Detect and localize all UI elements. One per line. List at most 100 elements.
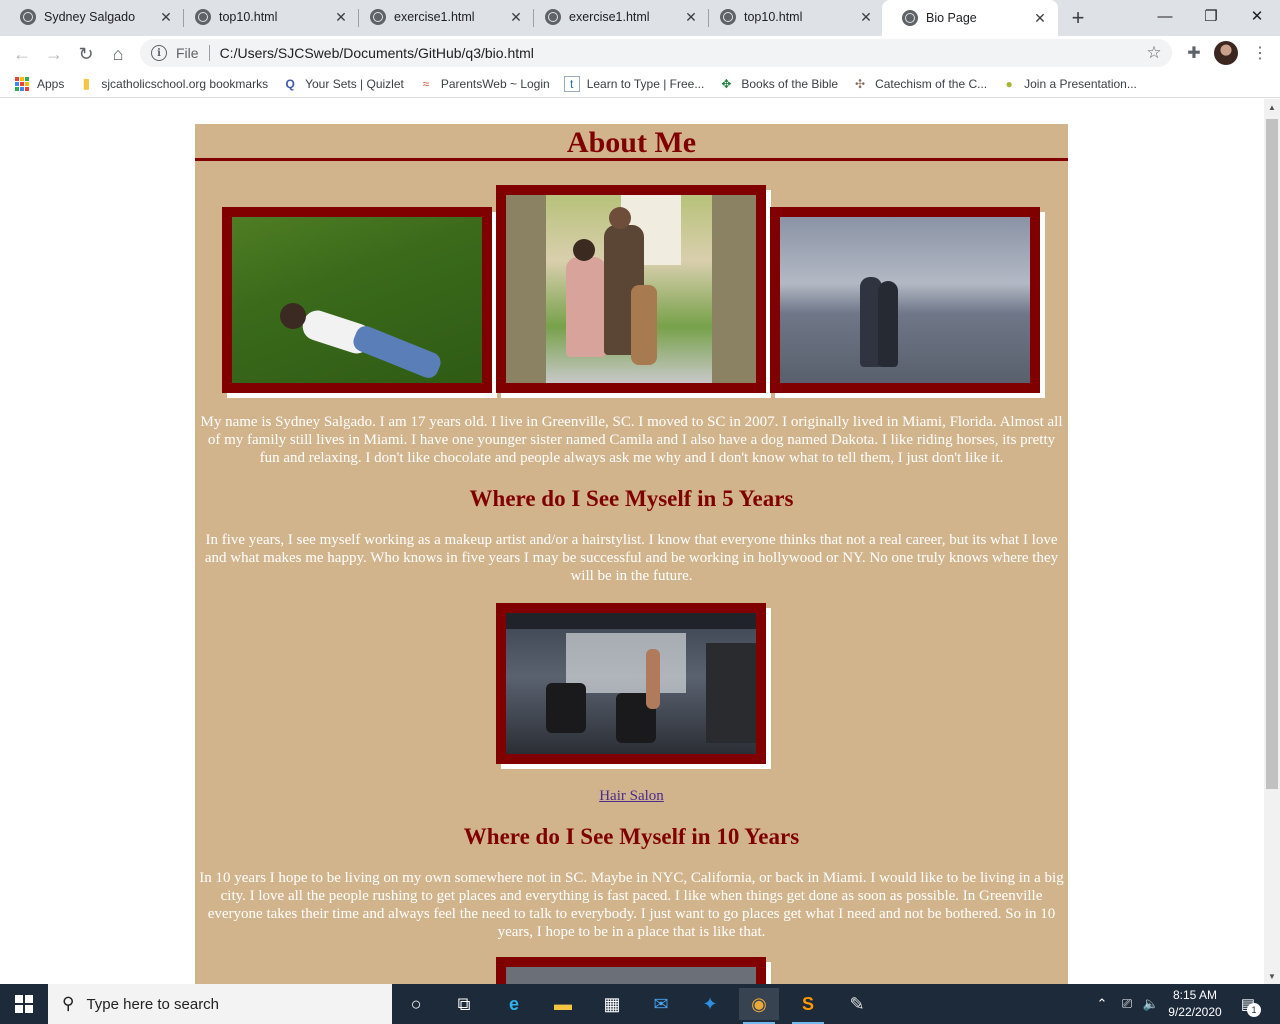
globe-icon [720, 9, 736, 25]
network-icon[interactable]: ⎚ [1116, 984, 1138, 1024]
minimize-button[interactable]: — [1142, 0, 1188, 32]
globe-icon [902, 10, 918, 26]
globe-icon [195, 9, 211, 25]
volume-icon[interactable]: 🔈 [1140, 984, 1162, 1024]
paint-icon[interactable]: ✎ [837, 988, 877, 1020]
profile-avatar[interactable] [1214, 41, 1238, 65]
close-window-button[interactable]: ✕ [1234, 0, 1280, 32]
chrome-icon[interactable]: ◉ [739, 988, 779, 1024]
store-icon[interactable]: ▦ [592, 988, 632, 1020]
salon-image-block [195, 603, 1068, 775]
hair-salon-link[interactable]: Hair Salon [599, 788, 664, 804]
catechism-icon: ✣ [855, 76, 866, 91]
safari-icon[interactable]: ✦ [690, 988, 730, 1020]
tab-exercise1-second[interactable]: exercise1.html ✕ [525, 0, 709, 34]
section-5-years-heading: Where do I See Myself in 5 Years [469, 486, 794, 511]
task-view-icon[interactable]: ⧉ [444, 988, 484, 1020]
taskbar-clock[interactable]: 8:15 AM 9/22/2020 [1162, 987, 1228, 1021]
page-scrollbar[interactable]: ▲ ▼ [1264, 99, 1280, 984]
photo-gallery [195, 161, 1068, 413]
photo-next-partial [496, 957, 766, 984]
tab-top10[interactable]: top10.html ✕ [175, 0, 359, 34]
browser-toolbar: ← → ↻ ⌂ i File C:/Users/SJCSweb/Document… [0, 36, 1280, 70]
tab-title: top10.html [744, 10, 803, 24]
restore-button[interactable]: ❐ [1188, 0, 1234, 32]
globe-icon [370, 9, 386, 25]
back-button[interactable]: ← [8, 40, 36, 68]
mail-icon[interactable]: ✉ [641, 988, 681, 1020]
pear-icon: ● [1005, 76, 1013, 91]
parentsweb-icon: ≈ [422, 76, 430, 91]
reload-button[interactable]: ↻ [72, 40, 100, 68]
sublime-icon[interactable]: S [788, 988, 828, 1024]
search-icon: ⚲ [62, 994, 75, 1013]
scroll-up-arrow[interactable]: ▲ [1264, 99, 1280, 115]
photo-beach [770, 207, 1040, 393]
scroll-down-arrow[interactable]: ▼ [1264, 968, 1280, 984]
intro-paragraph: My name is Sydney Salgado. I am 17 years… [200, 414, 1063, 466]
notifications-count-badge: 1 [1247, 1003, 1261, 1017]
page-viewport: About Me My name is Sydney Salgado. I am… [0, 99, 1264, 984]
bio-page-container: About Me My name is Sydney Salgado. I am… [195, 124, 1068, 984]
file-explorer-icon[interactable]: ▬ [543, 988, 583, 1020]
bookmark-label: Apps [37, 76, 65, 91]
bookmark-books-of-the-bible[interactable]: ✥ Books of the Bible [718, 76, 838, 92]
bookmark-quizlet[interactable]: Q Your Sets | Quizlet [282, 76, 403, 92]
bookmark-label: Catechism of the C... [875, 76, 988, 91]
close-tab-icon[interactable]: ✕ [156, 7, 176, 27]
close-tab-icon[interactable]: ✕ [1030, 8, 1050, 28]
bookmarks-bar: Apps ▮ sjcatholicschool.org bookmarks Q … [0, 70, 1280, 98]
globe-icon: ✥ [721, 76, 732, 91]
tab-title: exercise1.html [394, 10, 475, 24]
tab-sydney-salgado[interactable]: Sydney Salgado ✕ [0, 0, 184, 34]
bookmark-join-presentation[interactable]: ● Join a Presentation... [1001, 76, 1137, 92]
photo-hair-salon [496, 603, 766, 764]
tab-strip: Sydney Salgado ✕ top10.html ✕ exercise1.… [0, 0, 1280, 36]
close-tab-icon[interactable]: ✕ [331, 7, 351, 27]
tab-exercise1[interactable]: exercise1.html ✕ [350, 0, 534, 34]
globe-icon [20, 9, 36, 25]
bookmark-sjcatholicschool-folder[interactable]: ▮ sjcatholicschool.org bookmarks [78, 75, 269, 92]
bookmark-learn-to-type[interactable]: t Learn to Type | Free... [563, 75, 705, 92]
bookmark-parentsweb[interactable]: ≈ ParentsWeb ~ Login [418, 76, 550, 92]
start-button[interactable] [0, 984, 48, 1024]
bookmark-label: Learn to Type | Free... [586, 76, 705, 91]
photo-lying-in-grass [222, 207, 492, 393]
tab-title: top10.html [219, 10, 278, 24]
home-button[interactable]: ⌂ [104, 40, 132, 68]
close-tab-icon[interactable]: ✕ [681, 7, 701, 27]
bookmark-label: sjcatholicschool.org bookmarks [101, 76, 269, 91]
section-10-years-heading: Where do I See Myself in 10 Years [463, 824, 800, 849]
bookmark-apps[interactable]: Apps [14, 76, 64, 92]
apps-grid-icon [14, 76, 30, 92]
bookmark-label: Books of the Bible [741, 76, 839, 91]
section-5-years-text: In five years, I see myself working as a… [204, 532, 1059, 584]
windows-taskbar: ⚲ Type here to search ○ ⧉ e ▬ ▦ ✉ ✦ ◉ S … [0, 984, 1280, 1024]
extensions-puzzle-icon[interactable]: ✚ [1183, 42, 1205, 64]
tab-top10-second[interactable]: top10.html ✕ [700, 0, 884, 34]
tab-bio-page[interactable]: Bio Page ✕ [882, 0, 1058, 36]
forward-button[interactable]: → [40, 40, 68, 68]
scroll-thumb[interactable] [1266, 119, 1278, 789]
bookmark-star-icon[interactable]: ☆ [1140, 43, 1168, 63]
tab-title: Bio Page [926, 11, 977, 25]
close-tab-icon[interactable]: ✕ [856, 7, 876, 27]
taskbar-search-box[interactable]: ⚲ Type here to search [48, 984, 392, 1024]
salon-caption-row: Hair Salon [195, 787, 1068, 805]
browser-menu-icon[interactable]: ⋮ [1250, 42, 1270, 64]
cortana-icon[interactable]: ○ [396, 988, 436, 1020]
url-text[interactable]: C:/Users/SJCSweb/Documents/GitHub/q3/bio… [220, 45, 1140, 61]
omnibox-divider [208, 45, 210, 61]
close-tab-icon[interactable]: ✕ [506, 7, 526, 27]
folder-icon: ▮ [82, 75, 91, 91]
site-info-icon[interactable]: i [151, 45, 167, 61]
search-placeholder: Type here to search [86, 995, 220, 1013]
edge-icon[interactable]: e [494, 988, 534, 1020]
globe-icon [545, 9, 561, 25]
new-tab-button[interactable]: + [1066, 5, 1090, 30]
next-image-block [195, 957, 1068, 984]
address-bar[interactable]: i File C:/Users/SJCSweb/Documents/GitHub… [140, 39, 1172, 67]
quizlet-icon: Q [285, 76, 295, 91]
bookmark-catechism[interactable]: ✣ Catechism of the C... [852, 76, 987, 92]
tray-chevron-icon[interactable]: ⌃ [1092, 984, 1112, 1024]
